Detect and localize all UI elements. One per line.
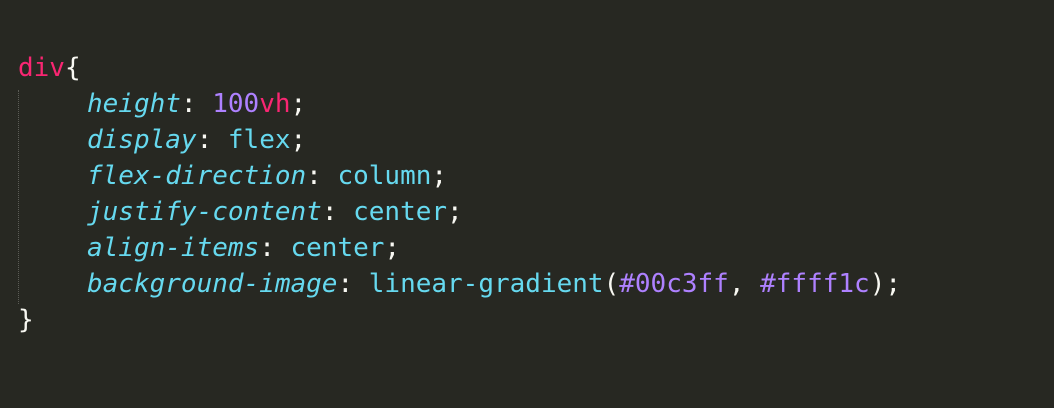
colon: : [306, 161, 322, 191]
css-value: column [337, 161, 432, 191]
colon: : [196, 125, 213, 155]
colon: : [259, 233, 275, 263]
css-property: flex-direction [87, 161, 307, 191]
semicolon: ; [290, 125, 307, 155]
semicolon: ; [447, 197, 463, 227]
css-function: linear-gradient [368, 269, 604, 299]
colon: : [337, 269, 354, 299]
css-value: center [290, 233, 385, 263]
code-line-background-image: background-image: linear-gradient(#00c3f… [18, 266, 901, 302]
open-brace: { [64, 53, 81, 83]
paren-close: ) [869, 269, 886, 299]
css-value-number: 100 [212, 89, 260, 119]
css-value-unit: vh [259, 89, 291, 119]
code-line-display: display: flex; [18, 122, 306, 158]
css-hex-color: #00c3ff [619, 269, 729, 299]
css-hex-color: #ffff1c [760, 269, 870, 299]
css-value: center [353, 197, 448, 227]
paren-open: ( [603, 269, 620, 299]
css-property: justify-content [87, 197, 322, 227]
code-line-close: } [18, 302, 34, 338]
code-line-justify-content: justify-content: center; [18, 194, 463, 230]
semicolon: ; [885, 269, 902, 299]
comma: , [728, 269, 745, 299]
css-property: height [87, 89, 181, 119]
css-property: background-image [87, 269, 338, 299]
code-line-selector: div{ [18, 50, 81, 86]
semicolon: ; [384, 233, 401, 263]
semicolon: ; [431, 161, 448, 191]
css-property: align-items [87, 233, 260, 263]
colon: : [180, 89, 197, 119]
colon: : [321, 197, 338, 227]
css-selector: div [18, 53, 65, 83]
css-value: flex [227, 125, 291, 155]
css-property: display [87, 125, 197, 155]
code-line-height: height: 100vh; [18, 86, 306, 122]
semicolon: ; [290, 89, 307, 119]
code-line-align-items: align-items: center; [18, 230, 400, 266]
code-line-flex-direction: flex-direction: column; [18, 158, 447, 194]
code-editor[interactable]: div{ height: 100vh; display: flex; flex-… [18, 50, 1038, 350]
close-brace: } [18, 305, 34, 335]
